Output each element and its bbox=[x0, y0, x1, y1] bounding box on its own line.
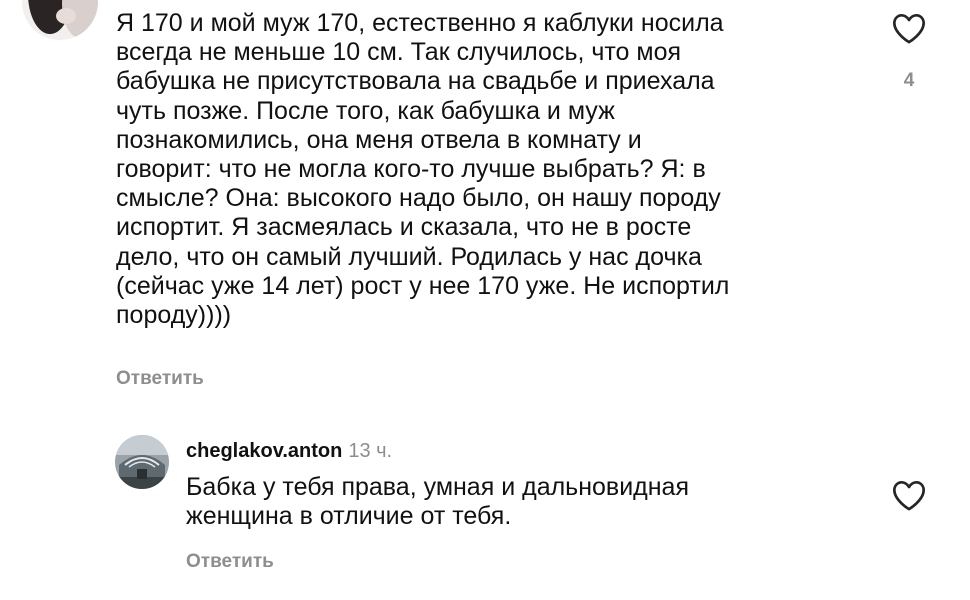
reply-button[interactable]: Ответить bbox=[116, 368, 204, 390]
comment-top: Я 170 и мой муж 170, естественно я каблу… bbox=[0, 0, 970, 400]
avatar[interactable] bbox=[22, 0, 98, 40]
like-button[interactable] bbox=[889, 475, 929, 515]
like-button[interactable] bbox=[889, 8, 929, 48]
like-count[interactable]: 4 bbox=[889, 70, 929, 92]
timestamp: 13 ч. bbox=[348, 440, 393, 462]
heart-outline-icon bbox=[889, 14, 929, 51]
username-link[interactable]: cheglakov.anton bbox=[186, 440, 342, 462]
comment-reply: cheglakov.anton 13 ч. Бабка у тебя права,… bbox=[0, 420, 970, 600]
avatar[interactable] bbox=[115, 435, 169, 489]
comment-header: cheglakov.anton 13 ч. bbox=[186, 440, 392, 463]
reply-button[interactable]: Ответить bbox=[186, 551, 274, 573]
heart-outline-icon bbox=[889, 481, 929, 518]
comment-text: Бабка у тебя права, умная и дальновидная… bbox=[186, 473, 690, 531]
comment-text: Я 170 и мой муж 170, естественно я каблу… bbox=[116, 9, 730, 330]
